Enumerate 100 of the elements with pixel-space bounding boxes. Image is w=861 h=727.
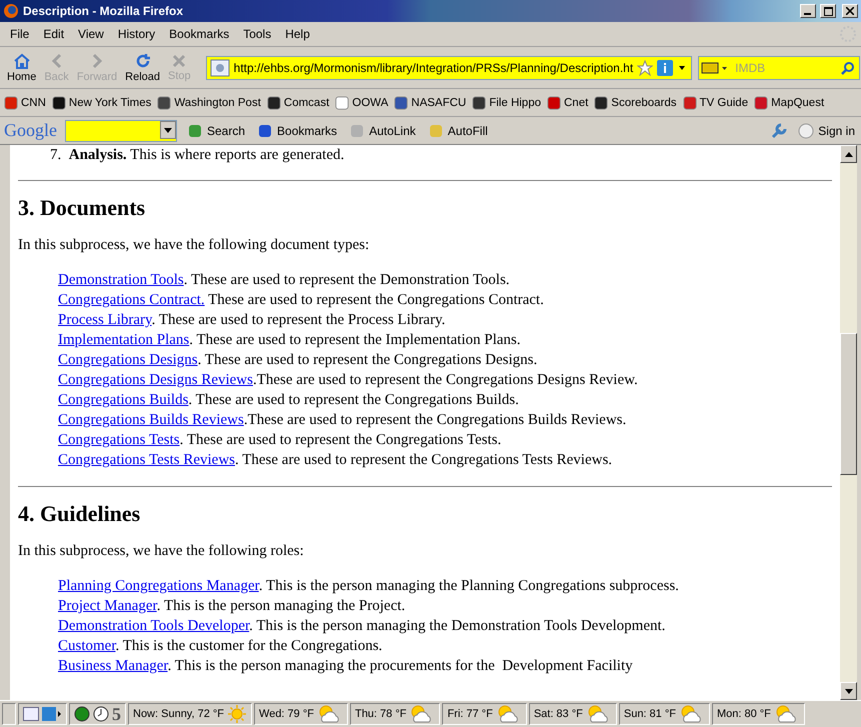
bookmark-link[interactable]: Washington Post [157,96,261,110]
dropdown-caret-icon[interactable] [160,120,176,138]
menu-item[interactable]: Tools [237,25,278,43]
entry-link[interactable]: Congregations Tests [58,432,180,448]
list-entry: Process Library. These are used to represent the Process Library. [58,311,446,330]
scrollbar[interactable] [840,145,857,700]
reload-icon [134,52,151,68]
section-intro: In this subprocess, we have the following roles: [18,543,305,560]
entry-link[interactable]: Process Library [58,312,152,328]
list-entry: Congregations Contract. These are used to represent the Congregations Contract. [58,291,545,310]
list-item: 7. Analysis. This is where reports are generated. [50,147,346,164]
tool-icon [349,122,366,138]
stop-icon [172,54,186,68]
list-entry: Congregations Builds. These are used to represent the Congregations Builds. [58,391,520,410]
sun-icon [227,704,248,724]
status-indicator-icon [74,706,90,722]
entry-link[interactable]: Congregations Tests Reviews [58,452,235,468]
clock-icon [93,706,109,722]
home-icon [12,52,31,68]
url-text: http://ehbs.org/Mormonism/library/Integration/PRSs/Planning/Description.ht [234,60,634,74]
maximize-icon [824,6,832,16]
weather-forecast: Thu: 78 °F [354,708,406,720]
address-field[interactable]: http://ehbs.org/Mormonism/library/Integration/PRSs/Planning/Description.ht [206,56,692,80]
list-entry: Planning Congregations Manager. This is the person managing the Planning Congregations subprocess. [58,577,680,596]
section-heading: 3. Documents [18,195,146,221]
entry-link[interactable]: Congregations Designs [58,352,198,368]
search-field[interactable]: IMDB [733,60,838,76]
dropdown-caret-icon[interactable] [677,64,688,72]
entry-link[interactable]: Planning Congregations Manager [58,578,259,594]
list-entry: Congregations Tests. These are used to represent the Congregations Tests. [58,431,502,450]
maximize-button[interactable] [820,4,836,18]
list-entry: Congregations Tests Reviews. These are used to represent the Congregations Tests Reviews. [58,451,614,470]
bookmark-link[interactable]: File Hippo [472,96,541,110]
toolbar-button[interactable]: AutoLink [347,122,418,138]
list-entry: Congregations Designs. These are used to represent the Congregations Designs. [58,351,538,370]
star-icon[interactable] [637,60,654,76]
entry-link[interactable]: Project Manager [58,598,157,614]
toolbar-button[interactable]: AutoFill [426,122,490,138]
wrench-icon[interactable] [770,122,788,140]
menu-item[interactable]: Edit [37,25,70,43]
search-engine-icon [701,60,730,76]
bookmark-link[interactable]: NASAFCU [394,96,466,110]
circle-icon [798,122,814,138]
search-icon[interactable] [841,60,856,74]
tool-icon [257,122,274,138]
menu-item[interactable]: File [4,25,36,43]
entry-link[interactable]: Customer [58,638,116,654]
toolbar-button[interactable]: Search [185,122,248,138]
list-entry: Business Manager. This is the person managing the procurements for the Development Facility [58,657,634,676]
bookmark-link[interactable]: Scoreboards [594,96,677,110]
weather-forecast: Sat: 83 °F [534,708,583,720]
search-box[interactable]: IMDB [698,56,860,80]
menu-item[interactable]: Bookmarks [163,25,236,43]
bookmark-link[interactable]: New York Times [52,96,152,110]
list-entry: Project Manager. This is the person managing the Project. [58,597,406,616]
menu-item[interactable]: Help [279,25,316,43]
close-button[interactable] [842,4,858,18]
tool-icon [428,122,444,138]
menu-item[interactable]: History [112,25,162,43]
status-cell [2,703,16,725]
list-entry: Implementation Plans. These are used to represent the Implementation Plans. [58,331,522,350]
sign-in-button[interactable]: Sign in [796,122,857,138]
bookmark-link[interactable]: Comcast [266,96,330,110]
minimize-button[interactable] [800,4,816,18]
entry-link[interactable]: Congregations Builds Reviews [58,412,244,428]
toolbar-button[interactable]: Bookmarks [255,122,340,138]
weather-forecast: Mon: 80 °F [716,708,771,720]
tool-icon [187,122,203,138]
bookmark-link[interactable]: MapQuest [754,96,824,110]
page-icon [210,58,230,76]
section-heading: 4. Guidelines [18,501,142,527]
weather-forecast: Wed: 79 °F [259,708,314,720]
nav-button[interactable]: Reload [122,52,164,82]
entry-link[interactable]: Business Manager [58,658,168,674]
list-entry: Customer. This is the customer for the Congregations. [58,637,384,656]
entry-link[interactable]: Demonstration Tools Developer [58,618,250,634]
nav-button[interactable]: Home [4,52,40,82]
info-icon[interactable] [657,60,674,76]
list-entry: Demonstration Tools Developer. This is the person managing the Demonstration Tools Development. [58,617,666,636]
weather-forecast: Fri: 77 °F [447,708,493,720]
google-search-field[interactable] [65,120,177,142]
bookmark-link[interactable]: OOWA [335,96,388,110]
bookmark-link[interactable]: CNN [4,96,46,110]
entry-link[interactable]: Implementation Plans [58,332,190,348]
entry-link[interactable]: Congregations Contract. [58,292,205,308]
section-intro: In this subprocess, we have the following document types: [18,237,370,254]
list-entry: Congregations Builds Reviews.These are used to represent the Congregations Builds Reviews. [58,411,628,430]
entry-link[interactable]: Demonstration Tools [58,272,184,288]
up-arrow-icon[interactable] [844,152,852,156]
firefox-icon [3,3,19,19]
close-icon [846,7,854,15]
weather-now: Now: Sunny, 72 °F [133,708,224,720]
list-entry: Demonstration Tools. These are used to represent the Demonstration Tools. [58,271,511,290]
entry-link[interactable]: Congregations Builds [58,392,188,408]
bookmark-link[interactable]: Cnet [547,96,588,110]
down-arrow-icon[interactable] [844,688,852,694]
bookmark-link[interactable]: TV Guide [682,96,748,110]
entry-link[interactable]: Congregations Designs Reviews [58,372,253,388]
menu-item[interactable]: View [72,25,110,43]
scroll-thumb[interactable] [840,333,857,475]
